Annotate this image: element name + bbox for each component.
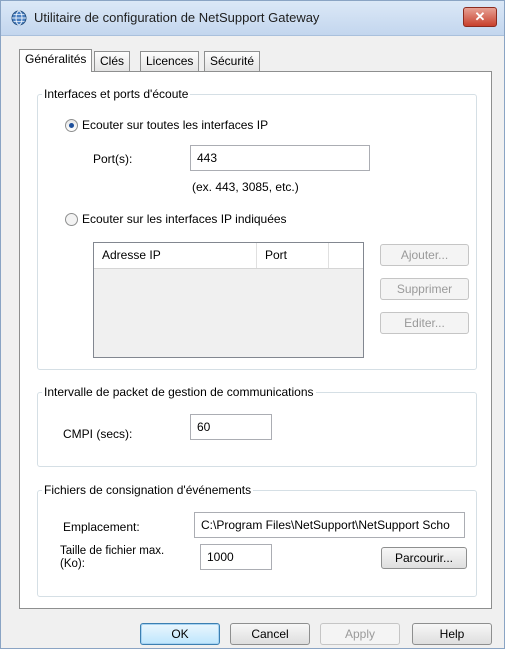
title-bar: Utilitaire de configuration de NetSuppor… <box>1 1 504 36</box>
tab-securite[interactable]: Sécurité <box>204 51 261 71</box>
location-label: Emplacement: <box>63 520 140 534</box>
close-icon: ✕ <box>474 9 486 24</box>
globe-icon <box>11 10 27 26</box>
ip-address-list[interactable]: Adresse IP Port <box>93 242 364 358</box>
radio-selected-dot <box>69 123 74 128</box>
cmpi-group-title: Intervalle de packet de gestion de commu… <box>42 385 316 399</box>
column-header-port[interactable]: Port <box>257 243 329 268</box>
ok-button[interactable]: OK <box>140 623 220 645</box>
ports-input[interactable]: 443 <box>190 145 370 171</box>
radio-specific-interfaces-label[interactable]: Ecouter sur les interfaces IP indiquées <box>82 212 287 226</box>
window-title: Utilitaire de configuration de NetSuppor… <box>34 10 320 25</box>
location-input[interactable]: C:\Program Files\NetSupport\NetSupport S… <box>194 512 465 538</box>
config-window: Utilitaire de configuration de NetSuppor… <box>0 0 505 649</box>
cmpi-label: CMPI (secs): <box>63 427 133 441</box>
maxsize-label-line2: (Ko): <box>60 558 85 570</box>
add-button[interactable]: Ajouter... <box>380 244 469 266</box>
radio-all-interfaces-label[interactable]: Ecouter sur toutes les interfaces IP <box>82 118 268 132</box>
tab-licences[interactable]: Licences <box>140 51 200 71</box>
ports-hint: (ex. 443, 3085, etc.) <box>192 180 299 194</box>
help-button[interactable]: Help <box>412 623 492 645</box>
tab-panel-generalites: Interfaces et ports d'écoute Ecouter sur… <box>19 71 492 609</box>
apply-button[interactable]: Apply <box>320 623 400 645</box>
edit-button[interactable]: Editer... <box>380 312 469 334</box>
ip-list-header: Adresse IP Port <box>94 243 363 269</box>
ports-label: Port(s): <box>93 152 133 166</box>
cancel-button[interactable]: Cancel <box>230 623 310 645</box>
maxsize-label-line1: Taille de fichier max. <box>60 545 165 557</box>
radio-all-interfaces[interactable] <box>65 119 78 132</box>
close-button[interactable]: ✕ <box>463 7 497 27</box>
cmpi-input[interactable]: 60 <box>190 414 272 440</box>
tab-generalites[interactable]: Généralités <box>19 49 93 72</box>
maxsize-input[interactable]: 1000 <box>200 544 272 570</box>
browse-button[interactable]: Parcourir... <box>381 547 467 569</box>
radio-specific-interfaces[interactable] <box>65 213 78 226</box>
interfaces-group-title: Interfaces et ports d'écoute <box>42 87 191 101</box>
column-header-ip[interactable]: Adresse IP <box>94 243 257 268</box>
logs-group-title: Fichiers de consignation d'événements <box>42 483 254 497</box>
tab-cles[interactable]: Clés <box>94 51 131 71</box>
delete-button[interactable]: Supprimer <box>380 278 469 300</box>
